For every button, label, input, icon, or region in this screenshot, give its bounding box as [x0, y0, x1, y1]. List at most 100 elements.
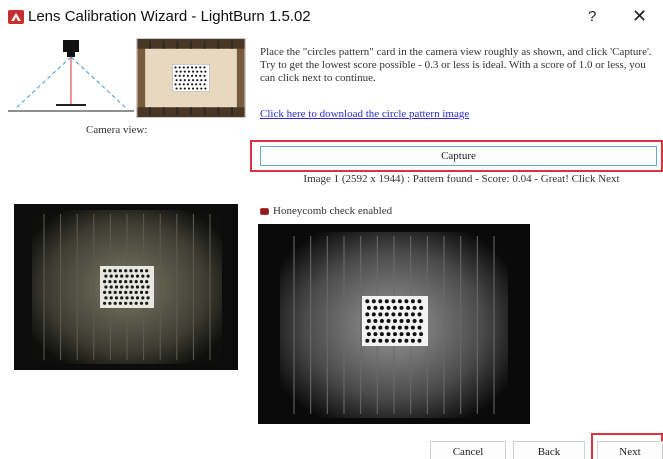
pattern-dot	[406, 305, 411, 310]
pattern-dot	[391, 338, 396, 343]
pattern-dot	[378, 299, 383, 304]
pattern-dot	[410, 312, 415, 317]
pattern-dot	[404, 325, 409, 330]
pattern-dot	[145, 269, 149, 273]
pattern-dot	[204, 79, 207, 82]
close-button[interactable]: ✕	[632, 6, 647, 27]
pattern-dot	[196, 87, 199, 90]
pattern-dot	[118, 301, 122, 305]
capture-status-text: Image 1 (2592 x 1944) : Pattern found - …	[303, 173, 620, 185]
pattern-dot	[145, 280, 149, 284]
pattern-dot	[182, 74, 185, 77]
pattern-dot	[399, 332, 404, 337]
pattern-dot	[399, 305, 404, 310]
pattern-dot	[379, 305, 384, 310]
pattern-dot	[179, 79, 182, 82]
pattern-dot	[186, 83, 189, 86]
next-button[interactable]: Next	[597, 441, 663, 459]
pattern-dot	[124, 280, 128, 284]
pattern-dot	[134, 280, 138, 284]
pattern-dot	[399, 319, 404, 323]
pattern-dot	[410, 299, 415, 304]
pattern-dot	[196, 79, 199, 82]
pattern-dot	[182, 83, 185, 86]
pattern-dot	[179, 87, 182, 90]
pattern-dot	[174, 83, 177, 86]
captured-image	[258, 224, 530, 424]
pattern-dot	[130, 274, 134, 278]
pattern-dot	[108, 269, 112, 273]
pattern-dot	[373, 305, 378, 310]
pattern-dot	[412, 319, 417, 323]
pattern-dot	[417, 338, 422, 343]
honeycomb-check[interactable]: Honeycomb check enabled	[260, 205, 392, 217]
download-pattern-link[interactable]: Click here to download the circle patter…	[260, 108, 469, 120]
pattern-dot	[104, 285, 108, 289]
pattern-dot	[108, 280, 112, 284]
pattern-dot	[125, 296, 129, 300]
pattern-dot	[178, 66, 181, 69]
pattern-dot	[125, 285, 129, 289]
example-pattern-thumbnail	[136, 38, 246, 118]
pattern-dot	[417, 312, 422, 317]
pattern-dot	[145, 290, 149, 294]
pattern-dot	[191, 66, 194, 69]
pattern-dot	[386, 305, 391, 310]
pattern-dot	[187, 70, 191, 73]
pattern-dot	[139, 269, 144, 273]
pattern-dot	[124, 301, 128, 305]
pattern-dot	[146, 274, 150, 278]
pattern-dot	[141, 296, 145, 300]
pattern-dot	[139, 280, 144, 284]
pattern-dot	[417, 325, 422, 330]
pattern-dot	[129, 290, 133, 294]
pattern-dot	[417, 299, 422, 304]
pattern-dot	[393, 305, 397, 310]
pattern-dot	[366, 332, 371, 337]
pattern-dot	[419, 305, 424, 310]
pattern-dot	[203, 83, 206, 86]
pattern-dot	[113, 269, 117, 273]
pattern-dot	[393, 319, 397, 323]
pattern-dot	[378, 338, 383, 343]
pattern-dot	[378, 312, 383, 317]
pattern-dot	[203, 66, 206, 69]
pattern-dot	[108, 301, 112, 305]
pattern-dot	[134, 301, 138, 305]
honeycomb-checkbox[interactable]	[260, 207, 269, 215]
pattern-dot	[146, 296, 150, 300]
capture-button[interactable]: Capture	[260, 146, 657, 166]
pattern-dot	[204, 70, 207, 73]
pattern-dot	[366, 319, 371, 323]
pattern-dot	[183, 87, 186, 90]
help-button[interactable]: ?	[588, 8, 596, 25]
pattern-dot	[114, 274, 119, 278]
pattern-dot	[410, 325, 415, 330]
pattern-dot	[135, 274, 140, 278]
pattern-dot	[129, 301, 133, 305]
pattern-dot	[139, 301, 144, 305]
pattern-dot	[191, 74, 194, 77]
pattern-dot	[118, 290, 122, 294]
window-title: Lens Calibration Wizard - LightBurn 1.5.…	[28, 8, 311, 25]
pattern-dot	[391, 312, 396, 317]
pattern-dot	[186, 66, 189, 69]
pattern-dot	[371, 338, 376, 343]
pattern-dot	[109, 274, 113, 278]
pattern-dot	[386, 319, 391, 323]
pattern-dot	[365, 325, 370, 330]
pattern-dot	[103, 280, 107, 284]
pattern-dot	[373, 332, 378, 337]
cancel-button[interactable]: Cancel	[430, 441, 506, 459]
back-button[interactable]: Back	[513, 441, 585, 459]
pattern-dot	[404, 338, 409, 343]
pattern-dot	[397, 325, 402, 330]
pattern-dot	[419, 319, 424, 323]
pattern-dot	[384, 338, 389, 343]
pattern-dot	[134, 290, 138, 294]
pattern-dot	[183, 70, 186, 73]
pattern-dot	[175, 70, 178, 73]
camera-diagram	[8, 40, 134, 112]
pattern-dot	[406, 319, 411, 323]
pattern-dot	[130, 296, 134, 300]
